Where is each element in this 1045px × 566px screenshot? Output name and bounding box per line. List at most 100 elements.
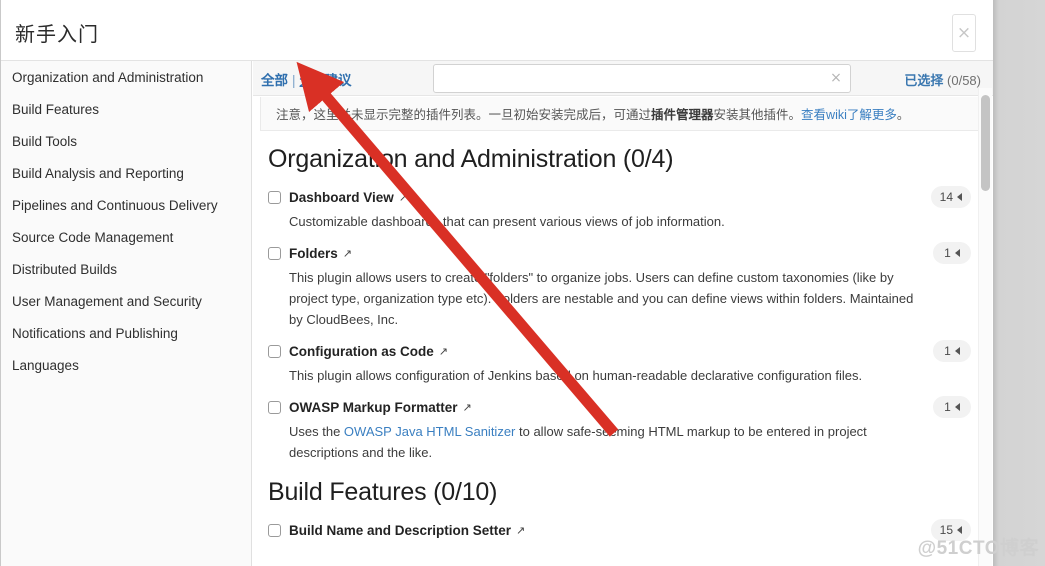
notice-bar: 注意，这里并未显示完整的插件列表。一旦初始安装完成后，可通过插件管理器安装其他插…	[260, 97, 987, 131]
plugin-list: Organization and Administration (0/4) Da…	[260, 145, 987, 542]
sidebar-item-organization-and-administration[interactable]: Organization and Administration	[1, 61, 251, 93]
filter-none-link[interactable]: 无	[300, 73, 314, 88]
plugin-checkbox[interactable]	[268, 523, 281, 537]
plugin-content-panel: 全部 | 无 | 建议 × 已选择 (0/58) 注意，这里并未显示完整的插件列表。一旦…	[253, 61, 993, 566]
plugin-description: Uses the OWASP Java HTML Sanitizer to al…	[268, 421, 973, 463]
sidebar-item-notifications-and-publishing[interactable]: Notifications and Publishing	[1, 317, 251, 349]
plugin-description: This plugin allows users to create "fold…	[268, 267, 973, 330]
selected-count-label: 已选择	[904, 73, 944, 88]
search-input[interactable]	[433, 64, 851, 93]
triangle-left-icon	[957, 193, 962, 201]
plugin-version-count: 1	[944, 246, 951, 261]
sidebar-item-label: Pipelines and Continuous Delivery	[12, 197, 218, 213]
page-title: 新手入门	[15, 24, 99, 46]
plugin-header: Folders ↗	[268, 244, 973, 262]
category-sidebar[interactable]: Organization and Administration Build Fe…	[1, 61, 252, 566]
notice-text: 注意，这里并未显示完整的插件列表。一旦初始安装完成后，可通过插件管理器安装其他插…	[261, 104, 909, 123]
filter-separator: |	[292, 73, 296, 88]
sidebar-item-label: User Management and Security	[12, 293, 202, 309]
triangle-left-icon	[954, 249, 960, 258]
plugin-checkbox[interactable]	[268, 190, 281, 204]
sidebar-item-user-management-and-security[interactable]: User Management and Security	[1, 285, 251, 317]
sidebar-item-label: Source Code Management	[12, 229, 174, 245]
close-icon: ×	[956, 22, 972, 43]
plugin-item-owasp-markup-formatter: OWASP Markup Formatter ↗ Uses the OWASP …	[268, 396, 973, 463]
filter-bar: 全部 | 无 | 建议 × 已选择 (0/58)	[253, 61, 993, 96]
plugin-header: Dashboard View ↗	[268, 188, 973, 206]
plugin-item-configuration-as-code: Configuration as Code ↗ This plugin allo…	[268, 340, 973, 386]
plugin-item-dashboard-view: Dashboard View ↗ Customizable dashboards…	[268, 186, 973, 232]
sidebar-item-languages[interactable]: Languages	[1, 349, 251, 381]
sidebar-item-label: Build Analysis and Reporting	[12, 165, 184, 181]
plugin-name[interactable]: Folders	[289, 246, 338, 261]
plugin-version-badge[interactable]: 1	[933, 242, 971, 265]
sidebar-item-label: Notifications and Publishing	[12, 325, 178, 341]
plugin-description: This plugin allows configuration of Jenk…	[268, 365, 973, 386]
sidebar-item-label: Languages	[12, 357, 79, 373]
notice-middle: 安装其他插件。	[713, 108, 802, 122]
notice-wiki-link[interactable]: 查看wiki了解更多	[801, 108, 897, 122]
sidebar-item-label: Distributed Builds	[12, 261, 118, 277]
selected-count: 已选择 (0/58)	[904, 70, 981, 89]
plugin-version-badge[interactable]: 1	[933, 340, 971, 363]
close-button[interactable]: ×	[952, 14, 976, 52]
external-link-icon[interactable]: ↗	[399, 191, 408, 204]
sidebar-item-distributed-builds[interactable]: Distributed Builds	[1, 253, 251, 285]
sidebar-item-label: Organization and Administration	[12, 69, 204, 85]
filter-separator: |	[317, 73, 321, 88]
owasp-sanitizer-link[interactable]: OWASP Java HTML Sanitizer	[344, 424, 515, 439]
watermark: @51CTO博客	[917, 538, 1039, 559]
sidebar-item-label: Build Features	[12, 101, 100, 117]
plugin-checkbox[interactable]	[268, 246, 281, 260]
sidebar-item-build-analysis-and-reporting[interactable]: Build Analysis and Reporting	[1, 157, 251, 189]
notice-suffix: 。	[896, 108, 910, 122]
clear-search-icon[interactable]: ×	[827, 69, 845, 87]
plugin-description: Customizable dashboards that can present…	[268, 211, 973, 232]
external-link-icon[interactable]: ↗	[516, 524, 525, 537]
plugin-checkbox[interactable]	[268, 400, 281, 414]
plugin-header: OWASP Markup Formatter ↗	[268, 398, 973, 416]
filter-all-link[interactable]: 全部	[261, 73, 288, 88]
triangle-left-icon	[954, 403, 960, 412]
sidebar-item-build-features[interactable]: Build Features	[1, 93, 251, 125]
screen: 新手入门 × Organization and Administration B…	[0, 0, 1045, 566]
plugin-version-count: 1	[944, 400, 951, 415]
sidebar-item-source-code-management[interactable]: Source Code Management	[1, 221, 251, 253]
plugin-name[interactable]: Configuration as Code	[289, 344, 434, 359]
selected-count-value: (0/58)	[947, 73, 981, 88]
plugin-item-build-name-and-description-setter: Build Name and Description Setter ↗ 15	[268, 519, 973, 542]
setup-wizard-dialog: 新手入门 × Organization and Administration B…	[0, 0, 993, 566]
notice-bold: 插件管理器	[651, 108, 714, 122]
plugin-description-text: This plugin allows configuration of Jenk…	[289, 368, 863, 384]
plugin-version-badge[interactable]: 1	[933, 396, 971, 419]
plugin-version-count: 1	[944, 344, 951, 359]
external-link-icon[interactable]: ↗	[463, 401, 472, 414]
notice-prefix: 注意，这里并未显示完整的插件列表。一旦初始安装完成后，可通过	[276, 108, 652, 122]
triangle-left-icon	[954, 347, 960, 356]
plugin-description-prefix: Uses the	[289, 424, 344, 440]
plugin-header: Build Name and Description Setter ↗	[268, 521, 973, 539]
plugin-name[interactable]: OWASP Markup Formatter	[289, 400, 458, 415]
plugin-name[interactable]: Dashboard View	[289, 190, 394, 205]
group-title-organization-and-administration: Organization and Administration (0/4)	[268, 145, 674, 173]
plugin-name[interactable]: Build Name and Description Setter	[289, 523, 511, 538]
plugin-list-scroll-area[interactable]: Organization and Administration (0/4) Da…	[260, 132, 987, 566]
plugin-description-text: This plugin allows users to create "fold…	[289, 270, 914, 328]
plugin-description-text: Customizable dashboards that can present…	[289, 214, 725, 229]
filter-links: 全部 | 无 | 建议	[261, 69, 352, 89]
plugin-header: Configuration as Code ↗	[268, 342, 973, 360]
search-wrapper: ×	[433, 64, 851, 93]
plugin-version-count: 14	[939, 190, 953, 204]
plugin-version-badge[interactable]: 14	[930, 186, 971, 208]
scrollbar-thumb[interactable]	[981, 95, 990, 191]
external-link-icon[interactable]: ↗	[439, 345, 448, 358]
sidebar-item-label: Build Tools	[12, 133, 78, 149]
plugin-checkbox[interactable]	[268, 344, 281, 358]
external-link-icon[interactable]: ↗	[343, 247, 352, 260]
group-title-build-features: Build Features (0/10)	[268, 478, 498, 507]
sidebar-item-build-tools[interactable]: Build Tools	[1, 125, 251, 157]
plugin-item-folders: Folders ↗ This plugin allows users to cr…	[268, 242, 973, 330]
filter-suggested-link[interactable]: 建议	[325, 73, 352, 88]
sidebar-item-pipelines-and-continuous-delivery[interactable]: Pipelines and Continuous Delivery	[1, 189, 251, 221]
dialog-header: 新手入门 ×	[1, 0, 993, 61]
